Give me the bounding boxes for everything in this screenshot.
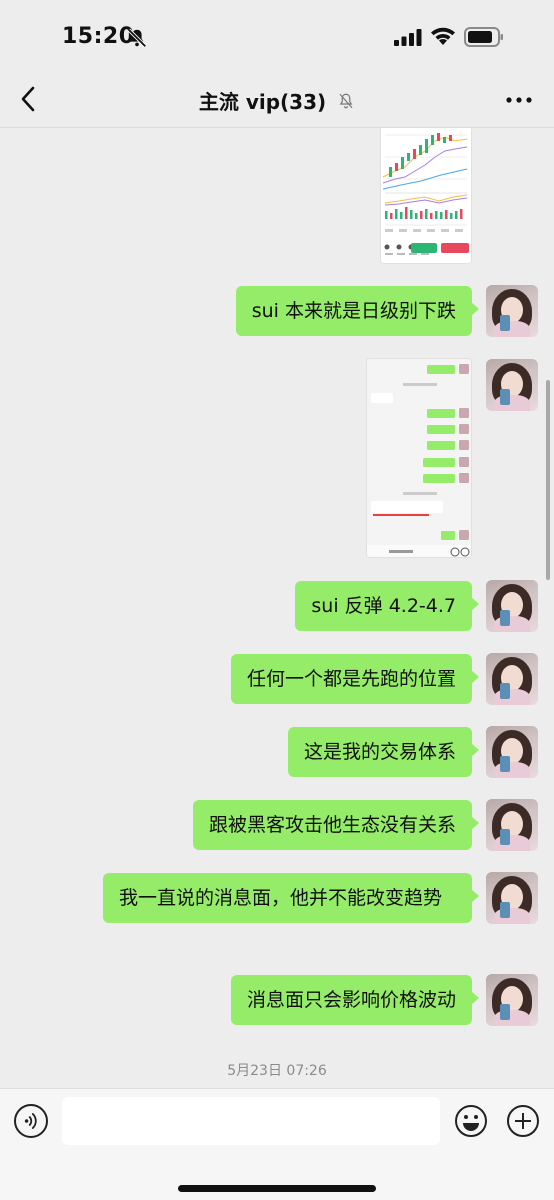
avatar[interactable] — [486, 799, 538, 851]
message-timestamp: 5月23日 07:26 — [227, 1063, 327, 1079]
emoji-icon[interactable] — [454, 1104, 488, 1138]
bell-slash-icon — [339, 93, 353, 108]
chat-bubble[interactable]: sui 本来就是日级别下跌 — [235, 286, 480, 336]
chat-screenshot-image-message[interactable] — [366, 358, 472, 558]
chat-bubble[interactable]: 这是我的交易体系 — [287, 727, 480, 777]
avatar[interactable] — [486, 580, 538, 632]
chat-title-row: 主流 vip(33) — [0, 86, 554, 115]
chat-bubble[interactable]: 我一直说的消息面，他并不能改变趋势 — [103, 873, 479, 923]
plus-icon[interactable] — [506, 1104, 540, 1138]
avatar[interactable] — [486, 285, 538, 337]
message-input-bar — [0, 1088, 554, 1200]
status-bar: 15:20 — [0, 0, 554, 72]
bell-slash-icon — [127, 28, 147, 48]
chart-image-message[interactable] — [380, 128, 472, 264]
voice-icon[interactable] — [14, 1104, 48, 1138]
chat-title: 主流 vip(33) — [198, 90, 327, 114]
chart-screenshot-image — [381, 128, 471, 263]
signal-icon — [394, 29, 422, 46]
message-input[interactable] — [62, 1097, 440, 1145]
chat-bubble[interactable]: 任何一个都是先跑的位置 — [230, 654, 480, 704]
more-dots-icon[interactable] — [504, 90, 534, 110]
chat-scrollbar[interactable] — [546, 380, 550, 580]
wifi-icon — [431, 27, 455, 45]
avatar[interactable] — [486, 872, 538, 924]
home-indicator[interactable] — [178, 1185, 376, 1192]
chat-bubble[interactable]: sui 反弹 4.2-4.7 — [295, 581, 479, 631]
chat-header: 主流 vip(33) — [0, 72, 554, 128]
avatar[interactable] — [486, 974, 538, 1026]
avatar[interactable] — [486, 726, 538, 778]
chat-message-list[interactable]: sui 本来就是日级别下跌 sui 反弹 4.2-4.7 任何一个都是先跑的位置… — [0, 128, 554, 1088]
avatar[interactable] — [486, 653, 538, 705]
chat-screenshot-image — [367, 359, 471, 557]
battery-icon — [464, 27, 503, 47]
avatar[interactable] — [486, 359, 538, 411]
chat-bubble[interactable]: 跟被黑客攻击他生态没有关系 — [192, 800, 480, 850]
chat-bubble[interactable]: 消息面只会影响价格波动 — [230, 975, 480, 1025]
status-time: 15:20 — [62, 24, 135, 49]
